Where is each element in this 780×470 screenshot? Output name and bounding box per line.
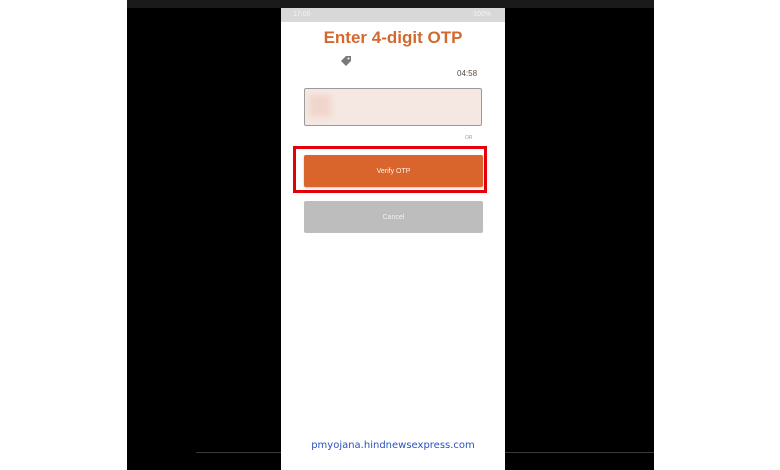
otp-entered-digits	[309, 95, 331, 117]
status-time: 17:00	[293, 11, 311, 18]
page-title: Enter 4-digit OTP	[323, 28, 463, 47]
status-battery: 100%	[473, 11, 491, 18]
tag-icon	[340, 54, 352, 66]
watermark-url: pmyojana.hindnewsexpress.com	[311, 440, 475, 451]
top-bar	[127, 0, 654, 8]
otp-timer: 04:58	[457, 69, 478, 78]
cancel-button[interactable]: Cancel	[304, 201, 483, 233]
otp-input[interactable]	[304, 88, 482, 126]
or-label: OR	[465, 135, 473, 141]
phone-screen: 17:00 100% Enter 4-digit OTP 04:58 OR Ve…	[281, 8, 505, 470]
verify-otp-button[interactable]: Verify OTP	[304, 155, 483, 187]
status-bar: 17:00 100%	[281, 8, 505, 22]
